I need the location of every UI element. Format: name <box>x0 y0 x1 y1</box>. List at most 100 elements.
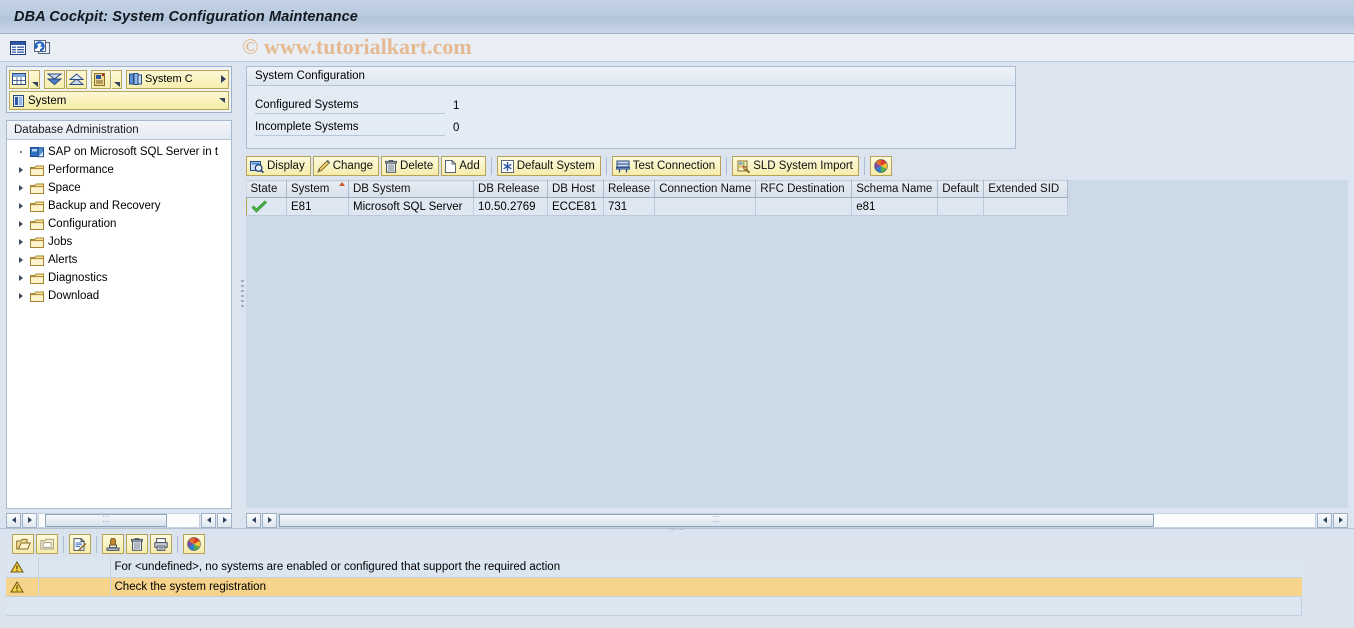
tree-node-download[interactable]: Download <box>7 287 231 305</box>
scroll-thumb[interactable]: ⋯ ⋯ <box>279 513 1154 527</box>
column-header-schema-name[interactable]: Schema Name <box>851 180 939 198</box>
system-selector-dropdown-arrow[interactable] <box>219 98 225 103</box>
folder-closed-icon[interactable] <box>36 534 58 554</box>
pencil-icon <box>316 159 330 173</box>
field-incomplete-systems: Incomplete Systems 0 <box>247 114 1015 136</box>
delete-button[interactable]: Delete <box>381 156 440 176</box>
test-connection-button-label: Test Connection <box>632 160 716 172</box>
expander-icon[interactable] <box>15 221 26 227</box>
list-layout-icon[interactable] <box>10 40 26 55</box>
pane-splitter[interactable] <box>238 62 246 528</box>
cell-default[interactable] <box>937 197 985 216</box>
column-header-rfc-destination[interactable]: RFC Destination <box>755 180 853 198</box>
refresh-icon[interactable] <box>34 40 51 55</box>
scroll-page-left-button[interactable] <box>201 512 216 528</box>
tree-node-configuration[interactable]: Configuration <box>7 215 231 233</box>
toolbar-separator <box>605 157 607 175</box>
document-edit-icon[interactable] <box>69 534 91 554</box>
expander-icon[interactable] <box>15 239 26 245</box>
color-wheel-icon[interactable] <box>183 534 205 554</box>
cell-db-system[interactable]: Microsoft SQL Server <box>348 197 474 216</box>
expander-icon[interactable] <box>15 257 26 263</box>
expander-icon[interactable] <box>15 293 26 299</box>
message-toolbar <box>6 533 1348 555</box>
tree-node-label: Performance <box>48 164 114 176</box>
tree-settings-icon[interactable] <box>91 69 111 89</box>
column-header-state[interactable]: State <box>246 180 287 198</box>
cell-release[interactable]: 731 <box>603 197 656 216</box>
table-view-dropdown-arrow[interactable] <box>30 69 40 89</box>
save-stamp-icon[interactable] <box>102 534 124 554</box>
printer-icon[interactable] <box>150 534 172 554</box>
column-header-release[interactable]: Release <box>603 180 656 198</box>
expander-icon[interactable] <box>15 185 26 191</box>
column-header-db-system[interactable]: DB System <box>348 180 474 198</box>
cell-schema-name[interactable]: e81 <box>851 197 939 216</box>
cell-rfc-destination[interactable] <box>755 197 853 216</box>
tree-node-space[interactable]: Space <box>7 179 231 197</box>
scroll-page-right-button[interactable] <box>1333 512 1348 528</box>
table-view-icon[interactable] <box>9 69 29 89</box>
sld-system-import-button[interactable]: SLD System Import <box>732 156 859 176</box>
cell-db-release[interactable]: 10.50.2769 <box>473 197 548 216</box>
system-selector[interactable]: System <box>9 91 229 110</box>
systems-toolbar: Display Change Delete Add Default System… <box>246 155 1348 177</box>
scroll-left-button[interactable] <box>246 512 261 528</box>
expander-icon[interactable] <box>15 203 26 209</box>
default-system-button[interactable]: Default System <box>496 156 601 176</box>
scroll-left-button[interactable] <box>6 512 21 528</box>
scroll-track[interactable]: ⋯ ⋯ <box>38 512 200 528</box>
tree-node-performance[interactable]: Performance <box>7 161 231 179</box>
change-button[interactable]: Change <box>312 156 380 176</box>
grid-horizontal-scrollbar[interactable]: ⋯ ⋯ <box>246 512 1348 528</box>
tree-node-label: Alerts <box>48 254 78 266</box>
cell-state[interactable] <box>246 197 287 216</box>
cell-connection-name[interactable] <box>654 197 757 216</box>
table-header-row: State System DB System DB Release DB Hos… <box>246 180 1069 198</box>
add-button[interactable]: Add <box>441 156 486 176</box>
system-config-menu-button[interactable]: System C <box>126 69 229 89</box>
test-connection-button[interactable]: Test Connection <box>611 156 722 176</box>
column-header-connection-name[interactable]: Connection Name <box>654 180 757 198</box>
cell-system[interactable]: E81 <box>286 197 349 216</box>
tree-node-sap-on-microsoft-sql-server[interactable]: SAP on Microsoft SQL Server in t <box>7 143 231 161</box>
scroll-thumb[interactable]: ⋯ ⋯ <box>45 513 167 527</box>
expander-icon[interactable] <box>15 275 26 281</box>
scroll-track[interactable]: ⋯ ⋯ <box>278 512 1316 528</box>
scroll-right-button[interactable] <box>262 512 277 528</box>
database-administration-tree: Database Administration SAP on Microsoft… <box>6 120 232 509</box>
message-row[interactable]: For <undefined>, no systems are enabled … <box>6 558 1302 578</box>
scroll-page-right-button[interactable] <box>217 512 232 528</box>
tree-node-list: SAP on Microsoft SQL Server in t Perform… <box>7 140 231 508</box>
tree-settings-dropdown-arrow[interactable] <box>112 69 122 89</box>
toolbar-separator <box>177 535 178 553</box>
cell-db-host[interactable]: ECCE81 <box>547 197 604 216</box>
column-header-default[interactable]: Default <box>937 180 985 198</box>
display-button[interactable]: Display <box>246 156 311 176</box>
system-config-menu-arrow[interactable] <box>221 75 226 83</box>
expander-icon[interactable] <box>15 167 26 173</box>
tree-node-label: Jobs <box>48 236 73 248</box>
trash-icon[interactable] <box>126 534 148 554</box>
scroll-right-button[interactable] <box>22 512 37 528</box>
tree-node-backup-and-recovery[interactable]: Backup and Recovery <box>7 197 231 215</box>
column-header-db-release[interactable]: DB Release <box>473 180 548 198</box>
tree-horizontal-scrollbar[interactable]: ⋯ ⋯ <box>6 512 232 528</box>
cell-extended-sid[interactable] <box>983 197 1069 216</box>
tree-node-jobs[interactable]: Jobs <box>7 233 231 251</box>
color-legend-button[interactable] <box>869 156 892 176</box>
expand-all-icon[interactable] <box>44 69 65 89</box>
column-header-extended-sid[interactable]: Extended SID <box>983 180 1069 198</box>
folder-icon <box>30 255 44 266</box>
panel-resize-grip[interactable]: ⋯⋯ <box>669 526 685 534</box>
column-header-db-host[interactable]: DB Host <box>547 180 604 198</box>
message-row[interactable]: Check the system registration <box>6 577 1302 597</box>
collapse-all-icon[interactable] <box>66 69 87 89</box>
tree-node-diagnostics[interactable]: Diagnostics <box>7 269 231 287</box>
table-row[interactable]: E81 Microsoft SQL Server 10.50.2769 ECCE… <box>246 197 1069 216</box>
scroll-page-left-button[interactable] <box>1317 512 1332 528</box>
folder-open-icon[interactable] <box>12 534 34 554</box>
column-header-system[interactable]: System <box>286 180 349 198</box>
tree-toolbar: System C <box>9 69 229 89</box>
tree-node-alerts[interactable]: Alerts <box>7 251 231 269</box>
